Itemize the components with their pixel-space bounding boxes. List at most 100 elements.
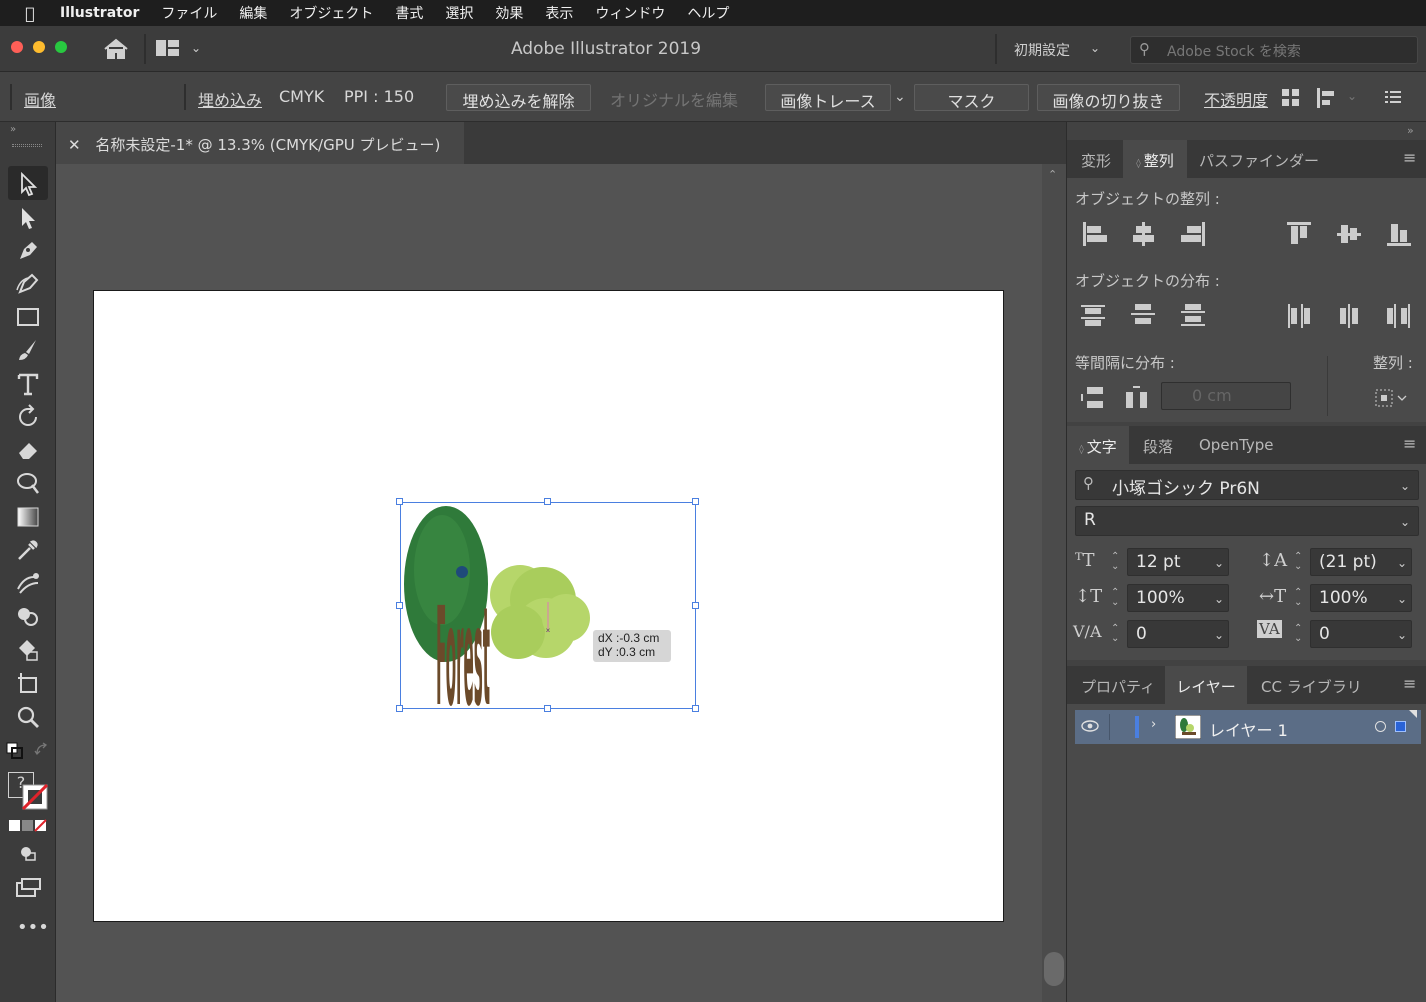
apple-icon[interactable]: : [0, 4, 60, 23]
curvature-tool-icon[interactable]: [14, 270, 42, 298]
chevron-down-icon[interactable]: ⌄: [1347, 89, 1357, 103]
panel-menu-icon[interactable]: ≡: [1403, 148, 1416, 167]
image-trace-options-dropdown[interactable]: ⌄: [894, 89, 906, 105]
resize-handle[interactable]: [692, 498, 699, 505]
rotate-tool-icon[interactable]: [14, 403, 42, 431]
pen-tool-icon[interactable]: [14, 237, 42, 265]
artboard-tool-icon[interactable]: [14, 669, 42, 697]
tracking-stepper[interactable]: ⌃ ⌄: [1294, 624, 1302, 644]
stroke-color-swatch[interactable]: [22, 784, 48, 810]
layer-selected-indicator[interactable]: [1395, 721, 1406, 732]
resize-handle[interactable]: [396, 705, 403, 712]
tab-transform[interactable]: 変形: [1081, 150, 1111, 171]
distribute-left-icon[interactable]: [1285, 302, 1313, 330]
kerning-stepper[interactable]: ⌃ ⌄: [1111, 624, 1119, 644]
unembed-button[interactable]: 埋め込みを解除: [446, 84, 591, 111]
object-type-label[interactable]: 画像: [24, 87, 56, 111]
resize-handle[interactable]: [544, 705, 551, 712]
tab-pathfinder[interactable]: パスファインダー: [1199, 150, 1319, 171]
control-bar-menu-icon[interactable]: [1385, 91, 1401, 105]
align-horizontal-center-icon[interactable]: [1129, 220, 1157, 248]
resize-handle[interactable]: [396, 498, 403, 505]
collapse-panels-icon[interactable]: »: [1407, 124, 1414, 137]
close-tab-icon[interactable]: ✕: [68, 136, 81, 154]
visibility-eye-icon[interactable]: [1081, 720, 1099, 732]
menu-window[interactable]: ウィンドウ: [595, 3, 665, 23]
menu-view[interactable]: 表示: [545, 3, 573, 23]
layer-target-icon[interactable]: [1375, 721, 1386, 732]
menu-effect[interactable]: 効果: [495, 3, 523, 23]
width-tool-icon[interactable]: [14, 469, 42, 497]
chevron-down-icon[interactable]: ⌄: [1090, 41, 1100, 55]
align-vertical-center-icon[interactable]: [1335, 220, 1363, 248]
default-fill-stroke-icon[interactable]: [6, 742, 24, 760]
resize-handle[interactable]: [544, 498, 551, 505]
font-style-select[interactable]: R ⌄: [1075, 506, 1419, 536]
tab-paragraph[interactable]: 段落: [1143, 436, 1173, 457]
align-top-icon[interactable]: [1285, 220, 1313, 248]
canvas-area[interactable]: × Forest dX :-0.3 cm dY :0.3 cm: [57, 164, 1042, 1002]
distribute-vertical-center-icon[interactable]: [1129, 302, 1157, 330]
panel-menu-icon[interactable]: ≡: [1403, 434, 1416, 453]
shape-builder-tool-icon[interactable]: [14, 603, 42, 631]
blend-tool-icon[interactable]: [14, 569, 42, 597]
chevron-down-icon[interactable]: ⌄: [1397, 592, 1407, 606]
vertical-scrollbar[interactable]: ⌃: [1042, 164, 1066, 1002]
resize-handle[interactable]: [396, 602, 403, 609]
document-tab[interactable]: ✕ 名称未設定-1* @ 13.3% (CMYK/GPU プレビュー): [56, 122, 464, 164]
collapse-icon[interactable]: »: [10, 124, 16, 135]
color-mode-icons[interactable]: [9, 819, 47, 833]
leading-stepper[interactable]: ⌃ ⌄: [1294, 552, 1302, 572]
menu-app-name[interactable]: Illustrator: [60, 5, 139, 21]
image-trace-button[interactable]: 画像トレース: [765, 84, 891, 111]
chevron-down-icon[interactable]: ⌄: [1397, 556, 1407, 570]
tab-properties[interactable]: プロパティ: [1081, 676, 1155, 697]
rectangle-tool-icon[interactable]: [14, 303, 42, 331]
distribute-right-icon[interactable]: [1385, 302, 1413, 330]
expand-layer-icon[interactable]: ›: [1151, 717, 1156, 732]
distribute-horizontal-center-icon[interactable]: [1335, 302, 1363, 330]
menu-edit[interactable]: 編集: [239, 3, 267, 23]
align-right-icon[interactable]: [1179, 220, 1207, 248]
draw-mode-icon[interactable]: [14, 840, 42, 868]
direct-selection-tool-icon[interactable]: [14, 204, 42, 232]
tab-opentype[interactable]: OpenType: [1199, 436, 1274, 454]
zoom-tool-icon[interactable]: [14, 703, 42, 731]
menu-select[interactable]: 選択: [445, 3, 473, 23]
crop-image-button[interactable]: 画像の切り抜き: [1037, 84, 1180, 111]
chevron-down-icon[interactable]: ⌄: [1214, 628, 1224, 642]
more-tools-icon[interactable]: •••: [17, 917, 49, 938]
panel-menu-icon[interactable]: ≡: [1403, 674, 1416, 693]
menu-help[interactable]: ヘルプ: [687, 3, 729, 23]
horizontal-scale-stepper[interactable]: ⌃ ⌄: [1294, 588, 1302, 608]
selection-tool-icon[interactable]: [14, 170, 42, 198]
live-paint-tool-icon[interactable]: [14, 636, 42, 664]
eyedropper-tool-icon[interactable]: [14, 536, 42, 564]
swap-fill-stroke-icon[interactable]: [34, 742, 50, 758]
gradient-tool-icon[interactable]: [14, 503, 42, 531]
resize-handle[interactable]: [692, 602, 699, 609]
layer-name[interactable]: レイヤー 1: [1209, 717, 1288, 741]
layer-row[interactable]: › レイヤー 1: [1075, 710, 1421, 744]
embed-link[interactable]: 埋め込み: [198, 87, 262, 111]
vertical-scale-stepper[interactable]: ⌃ ⌄: [1111, 588, 1119, 608]
align-to-selection-icon[interactable]: [1373, 386, 1409, 410]
tab-character[interactable]: ◊ 文字: [1067, 426, 1129, 464]
tab-layers[interactable]: レイヤー: [1165, 666, 1247, 704]
mask-button[interactable]: マスク: [914, 84, 1029, 111]
distribute-spacing-input[interactable]: 0 cm: [1161, 382, 1291, 410]
chevron-down-icon[interactable]: ⌄: [1397, 628, 1407, 642]
chevron-down-icon[interactable]: ⌄: [1214, 556, 1224, 570]
recolor-icon[interactable]: [1282, 89, 1300, 107]
paintbrush-tool-icon[interactable]: [14, 336, 42, 364]
eraser-tool-icon[interactable]: [14, 436, 42, 464]
tab-align[interactable]: ◊ 整列: [1123, 140, 1187, 178]
chevron-down-icon[interactable]: ⌄: [1214, 592, 1224, 606]
align-bottom-icon[interactable]: [1385, 220, 1413, 248]
opacity-link[interactable]: 不透明度: [1204, 87, 1268, 111]
type-tool-icon[interactable]: [14, 370, 42, 398]
vertical-distribute-space-icon[interactable]: [1079, 384, 1107, 412]
font-size-stepper[interactable]: ⌃ ⌄: [1111, 552, 1119, 572]
workspace-switcher[interactable]: 初期設定: [1014, 40, 1070, 60]
screen-mode-icon[interactable]: [14, 874, 42, 902]
